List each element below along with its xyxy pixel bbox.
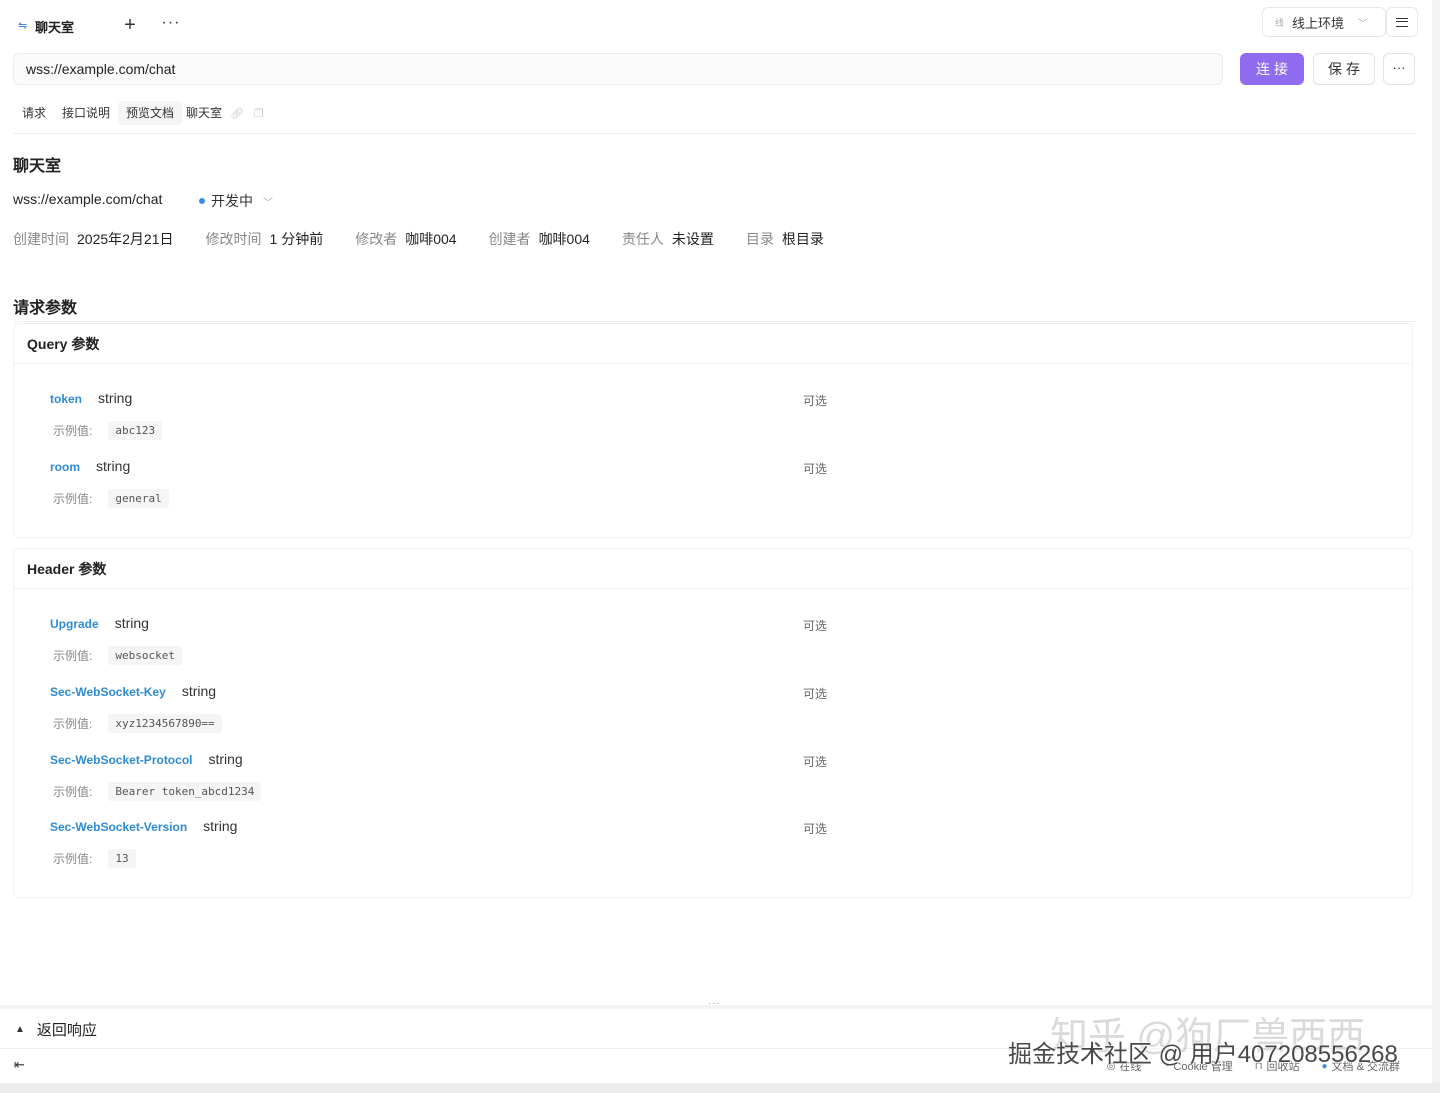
meta-key: 创建者	[488, 231, 531, 247]
param-item: token string 可选 示例值: abc123	[50, 390, 827, 441]
example-value: websocket	[108, 645, 182, 665]
meta-directory: 目录 根目录	[746, 229, 824, 249]
meta-value[interactable]: 根目录	[782, 229, 824, 249]
param-type: string	[203, 818, 238, 834]
param-type: string	[98, 390, 133, 406]
tab-label: 聊天室	[35, 19, 75, 35]
watermark: 掘金技术社区 @ 用户4072085562​68	[1008, 1041, 1398, 1068]
param-item: Sec-WebSocket-Key string 可选 示例值: xyz1234…	[50, 683, 827, 734]
meta-value[interactable]: 未设置	[672, 229, 714, 249]
meta-key: 创建时间	[13, 231, 69, 247]
meta-created-time: 创建时间 2025年2月21日	[13, 229, 174, 249]
param-optional: 可选	[803, 394, 828, 408]
meta-value: 2025年2月21日	[77, 231, 174, 247]
sub-tabs: 请求 接口说明 预览文档 聊天室 🔗︎ ❐	[14, 101, 270, 125]
example-value: abc123	[108, 420, 163, 440]
status-dot-icon	[199, 198, 205, 204]
chevron-up-icon: ▲	[15, 1024, 25, 1035]
param-name: token	[50, 392, 83, 406]
chevron-down-icon: ﹀	[1358, 18, 1369, 30]
example-label: 示例值:	[53, 648, 93, 663]
divider	[13, 321, 1417, 322]
status-select[interactable]: 开发中 ﹀	[199, 191, 273, 211]
param-type: string	[208, 751, 243, 767]
env-label: 线上环境	[1292, 15, 1345, 31]
url-input[interactable]: wss://example.com/chat	[13, 53, 1223, 85]
param-optional: 可选	[803, 755, 828, 769]
websocket-icon: ⇋	[18, 19, 28, 32]
subtab-preview-doc[interactable]: 预览文档	[118, 101, 183, 125]
meta-info: 创建时间 2025年2月21日 修改时间 1 分钟前 修改者 咖啡004 创建者…	[13, 229, 824, 249]
link-icon[interactable]: 🔗︎	[230, 107, 244, 120]
tab-more-button[interactable]: ···	[160, 13, 182, 37]
example-label: 示例值:	[53, 716, 93, 731]
meta-owner: 责任人 未设置	[622, 229, 714, 249]
param-name: Sec-WebSocket-Version	[50, 820, 188, 834]
menu-button[interactable]	[1386, 7, 1418, 37]
meta-key: 修改者	[355, 231, 398, 247]
param-name: Sec-WebSocket-Protocol	[50, 753, 193, 767]
subtab-chatroom[interactable]: 聊天室	[182, 101, 222, 125]
param-optional: 可选	[803, 619, 828, 633]
example-value: Bearer token_abcd1234	[108, 781, 262, 801]
param-name: room	[50, 460, 80, 474]
param-optional: 可选	[803, 687, 828, 701]
collapse-sidebar-icon[interactable]: ⇤	[14, 1057, 25, 1073]
chevron-down-icon: ﹀	[263, 197, 273, 209]
meta-value: 1 分钟前	[269, 231, 324, 247]
meta-key: 责任人	[621, 231, 664, 247]
example-label: 示例值:	[53, 784, 93, 799]
window-bottom-edge	[0, 1083, 1440, 1093]
hamburger-icon	[1396, 17, 1408, 27]
header-params-heading: Header 参数	[14, 549, 1412, 589]
subtab-api-description[interactable]: 接口说明	[54, 101, 118, 125]
save-button[interactable]: 保存	[1313, 53, 1375, 85]
status-label: 开发中	[211, 193, 253, 209]
divider	[13, 133, 1417, 134]
example-label: 示例值:	[53, 491, 93, 506]
response-panel-toggle[interactable]: ▲ 返回响应	[15, 1019, 97, 1040]
add-tab-button[interactable]: +	[121, 13, 139, 37]
tab-bar: ⇋ 聊天室 + ··· 线 线上环境 ﹀	[0, 0, 1432, 50]
meta-modified-time: 修改时间 1 分钟前	[206, 229, 324, 249]
copy-icon[interactable]: ❐	[254, 107, 264, 120]
meta-value: 咖啡004	[405, 231, 457, 247]
doc-url: wss://example.com/chat	[13, 191, 163, 207]
meta-key: 修改时间	[205, 231, 262, 247]
example-value: 13	[108, 848, 136, 868]
param-optional: 可选	[803, 462, 828, 476]
page-title: 聊天室	[13, 158, 62, 175]
param-item: Sec-WebSocket-Protocol string 可选 示例值: Be…	[50, 751, 827, 802]
tab-chatroom[interactable]: ⇋ 聊天室	[8, 6, 106, 46]
param-optional: 可选	[803, 822, 828, 836]
example-value: xyz1234567890==	[108, 713, 222, 733]
param-name: Upgrade	[50, 617, 99, 631]
example-label: 示例值:	[53, 851, 93, 866]
connect-button[interactable]: 连接	[1240, 53, 1304, 85]
query-params-card: Query 参数 token string 可选 示例值: abc123 roo…	[13, 323, 1413, 538]
param-type: string	[96, 458, 131, 474]
param-item: Upgrade string 可选 示例值: websocket	[50, 615, 827, 666]
response-label: 返回响应	[36, 1022, 97, 1039]
header-params-card: Header 参数 Upgrade string 可选 示例值: websock…	[13, 548, 1413, 898]
param-type: string	[114, 615, 149, 631]
meta-modifier: 修改者 咖啡004	[355, 229, 456, 249]
meta-creator: 创建者 咖啡004	[489, 229, 590, 249]
param-item: Sec-WebSocket-Version string 可选 示例值: 13	[50, 818, 827, 869]
query-params-heading: Query 参数	[14, 324, 1412, 364]
param-type: string	[181, 683, 217, 699]
example-label: 示例值:	[53, 423, 93, 438]
param-item: room string 可选 示例值: general	[50, 458, 827, 509]
meta-key: 目录	[745, 231, 774, 247]
meta-value: 咖啡004	[538, 231, 590, 247]
more-actions-button[interactable]: ···	[1383, 53, 1415, 85]
param-name: Sec-WebSocket-Key	[50, 685, 166, 699]
environment-select[interactable]: 线 线上环境 ﹀	[1262, 7, 1386, 37]
env-tag: 线	[1275, 17, 1285, 28]
request-params-title: 请求参数	[13, 300, 78, 317]
example-value: general	[108, 488, 169, 508]
scrollbar[interactable]	[1432, 0, 1440, 1093]
subtab-request[interactable]: 请求	[14, 101, 54, 125]
